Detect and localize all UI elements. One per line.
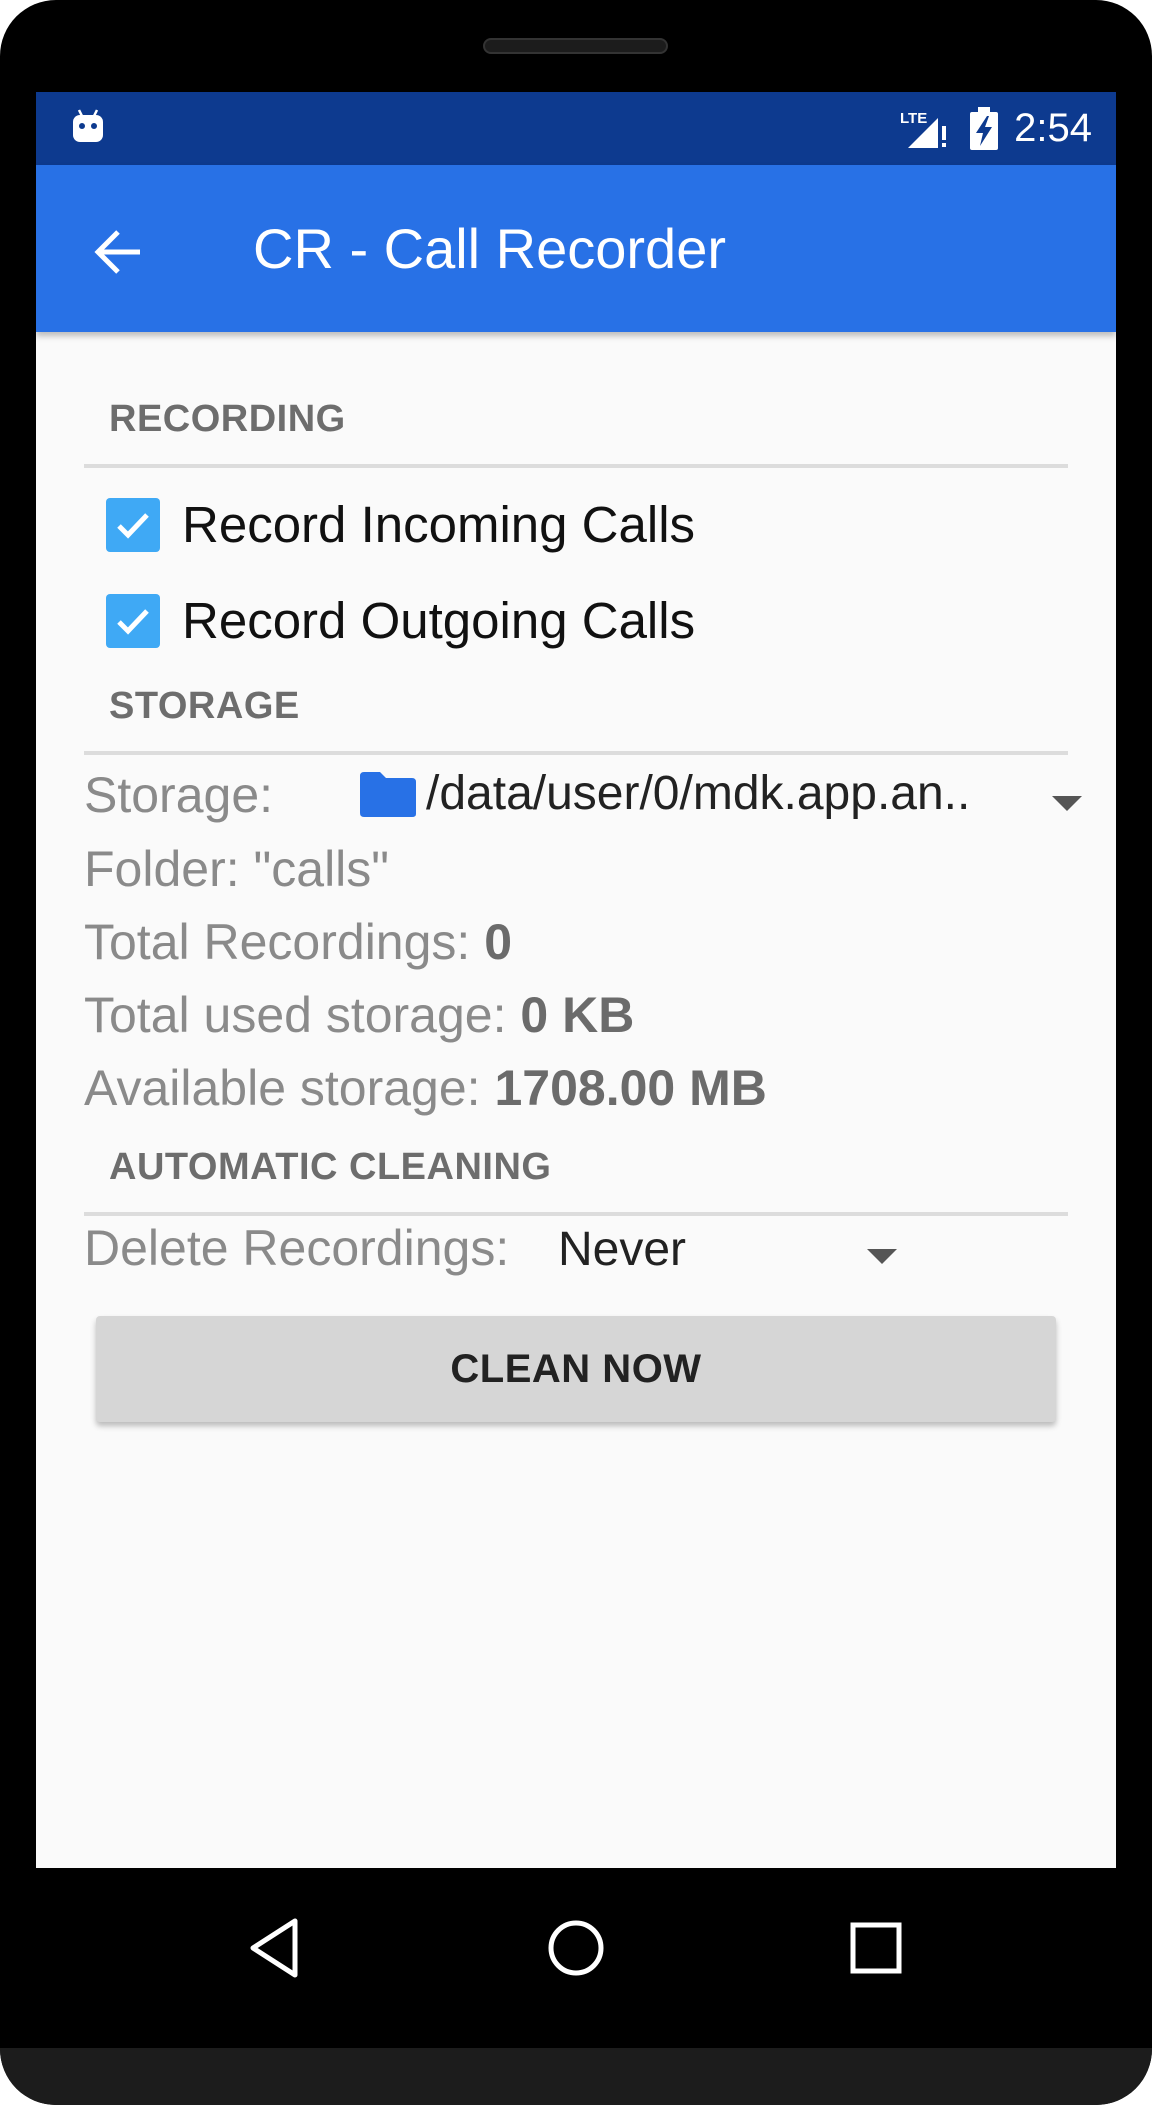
record-incoming-row[interactable]: Record Incoming Calls	[106, 495, 695, 554]
clean-now-button[interactable]: CLEAN NOW	[96, 1316, 1056, 1422]
used-storage-line: Total used storage: 0 KB	[84, 986, 634, 1044]
lte-signal-icon: LTE	[900, 110, 947, 148]
battery-charging-icon	[970, 106, 999, 150]
checkbox-checked-icon	[117, 512, 149, 539]
navigation-bar	[0, 1868, 1152, 2048]
total-recordings-label: Total Recordings:	[84, 914, 471, 970]
record-incoming-checkbox[interactable]	[106, 497, 160, 552]
dropdown-arrow-icon[interactable]	[867, 1249, 897, 1264]
nav-recents-icon[interactable]	[843, 1915, 909, 1981]
status-icons: LTE 2:54	[898, 92, 1092, 165]
clock: 2:54	[1014, 106, 1092, 150]
record-outgoing-checkbox[interactable]	[106, 593, 160, 648]
used-storage-value: 0 KB	[520, 987, 635, 1043]
section-header-automatic-cleaning: AUTOMATIC CLEANING	[109, 1146, 552, 1188]
back-arrow-icon[interactable]	[92, 225, 146, 279]
section-header-recording: RECORDING	[109, 398, 346, 440]
screen: LTE 2:54 CR - Call Recorder RECORDING Re…	[36, 92, 1116, 1868]
storage-label: Storage:	[84, 767, 274, 823]
device-frame: LTE 2:54 CR - Call Recorder RECORDING Re…	[0, 0, 1152, 2105]
section-header-storage: STORAGE	[109, 685, 300, 727]
available-storage-value: 1708.00 MB	[494, 1060, 767, 1116]
checkbox-checked-icon	[117, 608, 149, 635]
app-bar: CR - Call Recorder	[36, 165, 1116, 332]
dropdown-arrow-icon[interactable]	[1052, 796, 1082, 811]
delete-recordings-label: Delete Recordings:	[84, 1220, 510, 1276]
delete-recordings-select[interactable]: Never	[558, 1222, 686, 1277]
nav-home-icon[interactable]	[543, 1915, 609, 1981]
network-label: LTE	[900, 110, 927, 127]
used-storage-label: Total used storage:	[84, 987, 507, 1043]
speaker-grille	[483, 38, 668, 54]
available-storage-label: Available storage:	[84, 1060, 481, 1116]
nav-back-icon[interactable]	[243, 1915, 309, 1981]
total-recordings-line: Total Recordings: 0	[84, 913, 512, 971]
record-outgoing-row[interactable]: Record Outgoing Calls	[106, 591, 695, 650]
record-incoming-label: Record Incoming Calls	[182, 496, 696, 553]
record-outgoing-label: Record Outgoing Calls	[182, 592, 696, 649]
android-icon	[73, 109, 103, 142]
storage-row: Storage: /data/user/0/mdk.app.an..	[84, 766, 1082, 836]
divider	[84, 1212, 1068, 1216]
storage-path: /data/user/0/mdk.app.an..	[426, 767, 971, 820]
folder-line: Folder: "calls"	[84, 841, 390, 897]
page-title: CR - Call Recorder	[253, 217, 726, 280]
status-bar: LTE 2:54	[36, 92, 1116, 165]
total-recordings-value: 0	[484, 914, 513, 970]
storage-dropdown[interactable]: /data/user/0/mdk.app.an..	[358, 766, 970, 821]
available-storage-line: Available storage: 1708.00 MB	[84, 1059, 767, 1117]
device-chin	[0, 2048, 1152, 2105]
divider	[84, 464, 1068, 468]
divider	[84, 751, 1068, 755]
folder-icon	[360, 771, 416, 817]
